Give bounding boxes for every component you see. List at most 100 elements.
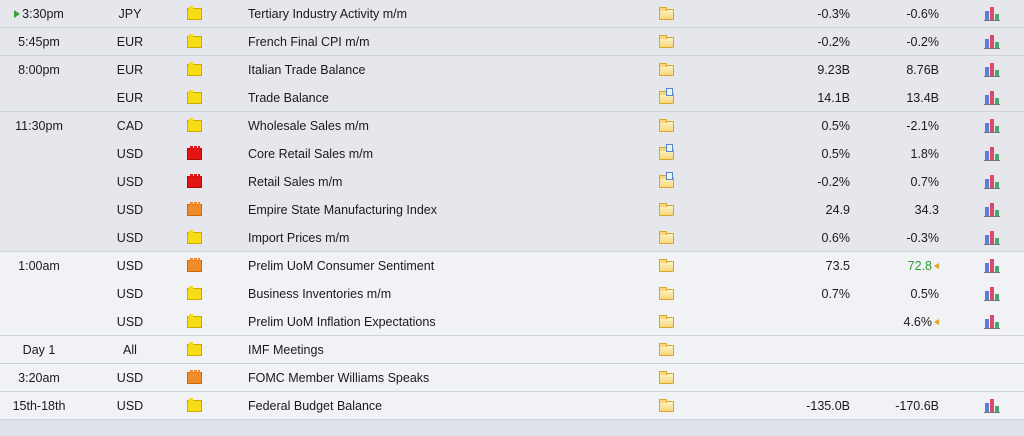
event-title[interactable]: Prelim UoM Consumer Sentiment	[248, 252, 638, 280]
impact-cell[interactable]	[187, 392, 205, 420]
calendar-row[interactable]: USD Prelim UoM Inflation Expectations 4.6%	[0, 308, 1024, 336]
calendar-row[interactable]: 1:00am USD Prelim UoM Consumer Sentiment 73…	[0, 252, 1024, 280]
impact-cell[interactable]	[187, 28, 205, 56]
calendar-row[interactable]: USD Business Inventories m/m 0.7% 0.5%	[0, 280, 1024, 308]
event-graph-button[interactable]	[982, 392, 1004, 420]
event-title[interactable]: Federal Budget Balance	[248, 392, 638, 420]
event-detail-button[interactable]	[656, 196, 678, 224]
event-forecast: -0.3%	[850, 224, 939, 252]
event-title[interactable]: Italian Trade Balance	[248, 56, 638, 84]
impact-cell[interactable]	[187, 336, 205, 364]
event-graph-button[interactable]	[982, 112, 1004, 140]
impact-cell[interactable]	[187, 56, 205, 84]
calendar-row[interactable]: USD Core Retail Sales m/m 0.5% 1.8%	[0, 140, 1024, 168]
event-detail-button[interactable]	[656, 224, 678, 252]
revision-marker-icon	[934, 319, 939, 325]
event-time: 11:30pm	[0, 112, 78, 140]
calendar-row[interactable]: 3:20am USD FOMC Member Williams Speaks	[0, 364, 1024, 392]
event-title[interactable]: Empire State Manufacturing Index	[248, 196, 638, 224]
orange-impact-icon	[187, 370, 202, 384]
event-actual: 0.5%	[821, 119, 851, 133]
event-graph-button[interactable]	[982, 140, 1004, 168]
event-title[interactable]: Import Prices m/m	[248, 224, 638, 252]
event-detail-button[interactable]	[656, 252, 678, 280]
event-graph-button[interactable]	[982, 84, 1004, 112]
calendar-row[interactable]: USD Import Prices m/m 0.6% -0.3%	[0, 224, 1024, 252]
event-title[interactable]: Business Inventories m/m	[248, 280, 638, 308]
calendar-row[interactable]: Day 1 All IMF Meetings	[0, 336, 1024, 364]
calendar-row[interactable]: 8:00pm EUR Italian Trade Balance 9.23B 8.76B	[0, 56, 1024, 84]
event-graph-button[interactable]	[982, 28, 1004, 56]
red-impact-icon	[187, 174, 202, 188]
event-title[interactable]: Retail Sales m/m	[248, 168, 638, 196]
event-graph-button[interactable]	[982, 196, 1004, 224]
folder-document-icon	[659, 144, 674, 160]
yellow-impact-icon	[187, 62, 202, 76]
impact-cell[interactable]	[187, 140, 205, 168]
event-graph-button[interactable]	[982, 280, 1004, 308]
event-detail-button[interactable]	[656, 308, 678, 336]
event-time-text: 1:00am	[18, 259, 60, 273]
folder-document-icon	[659, 88, 674, 104]
calendar-row[interactable]: USD Empire State Manufacturing Index 24.9 3…	[0, 196, 1024, 224]
calendar-row[interactable]: USD Retail Sales m/m -0.2% 0.7%	[0, 168, 1024, 196]
event-title[interactable]: Trade Balance	[248, 84, 638, 112]
calendar-row[interactable]: 11:30pm CAD Wholesale Sales m/m 0.5% -2.1%	[0, 112, 1024, 140]
folder-icon	[659, 371, 674, 384]
event-title[interactable]: FOMC Member Williams Speaks	[248, 364, 638, 392]
event-detail-button[interactable]	[656, 364, 678, 392]
event-time	[0, 84, 78, 112]
event-time-text: 15th-18th	[12, 399, 66, 413]
event-title[interactable]: French Final CPI m/m	[248, 28, 638, 56]
event-title[interactable]: Prelim UoM Inflation Expectations	[248, 308, 638, 336]
event-title[interactable]: Wholesale Sales m/m	[248, 112, 638, 140]
red-impact-icon	[187, 146, 202, 160]
impact-cell[interactable]	[187, 0, 205, 28]
event-detail-button[interactable]	[656, 56, 678, 84]
calendar-row[interactable]: 15th-18th USD Federal Budget Balance -135.0…	[0, 392, 1024, 420]
event-time	[0, 224, 78, 252]
impact-cell[interactable]	[187, 280, 205, 308]
impact-cell[interactable]	[187, 308, 205, 336]
event-detail-button[interactable]	[656, 168, 678, 196]
event-title[interactable]: Core Retail Sales m/m	[248, 140, 638, 168]
event-detail-button[interactable]	[656, 112, 678, 140]
event-detail-button[interactable]	[656, 392, 678, 420]
event-title[interactable]: IMF Meetings	[248, 336, 638, 364]
event-detail-button[interactable]	[656, 28, 678, 56]
calendar-row[interactable]: EUR Trade Balance 14.1B 13.4B	[0, 84, 1024, 112]
folder-icon	[659, 231, 674, 244]
event-time: Day 1	[0, 336, 78, 364]
event-time: 1:00am	[0, 252, 78, 280]
event-graph-button[interactable]	[982, 224, 1004, 252]
event-forecast-text: -170.6B	[895, 399, 939, 413]
impact-cell[interactable]	[187, 168, 205, 196]
event-graph-button[interactable]	[982, 0, 1004, 28]
event-detail-button[interactable]	[656, 0, 678, 28]
event-graph-button[interactable]	[982, 252, 1004, 280]
calendar-row[interactable]: 3:30pm JPY Tertiary Industry Activity m/m -…	[0, 0, 1024, 28]
impact-cell[interactable]	[187, 112, 205, 140]
event-detail-button[interactable]	[656, 336, 678, 364]
impact-cell[interactable]	[187, 84, 205, 112]
event-graph-button[interactable]	[982, 168, 1004, 196]
event-detail-button[interactable]	[656, 84, 678, 112]
yellow-impact-icon	[187, 34, 202, 48]
impact-cell[interactable]	[187, 224, 205, 252]
event-detail-button[interactable]	[656, 140, 678, 168]
orange-impact-icon	[187, 202, 202, 216]
impact-cell[interactable]	[187, 252, 205, 280]
folder-icon	[659, 203, 674, 216]
calendar-row[interactable]: 5:45pm EUR French Final CPI m/m -0.2% -0.2%	[0, 28, 1024, 56]
event-detail-button[interactable]	[656, 280, 678, 308]
event-currency: CAD	[116, 119, 144, 133]
event-title[interactable]: Tertiary Industry Activity m/m	[248, 0, 638, 28]
impact-cell[interactable]	[187, 196, 205, 224]
event-time	[0, 308, 78, 336]
event-forecast: 1.8%	[850, 140, 940, 168]
impact-cell[interactable]	[187, 364, 205, 392]
event-graph-button[interactable]	[982, 56, 1004, 84]
event-time	[0, 196, 78, 224]
event-actual: -135.0B	[806, 399, 850, 413]
event-graph-button[interactable]	[982, 308, 1004, 336]
